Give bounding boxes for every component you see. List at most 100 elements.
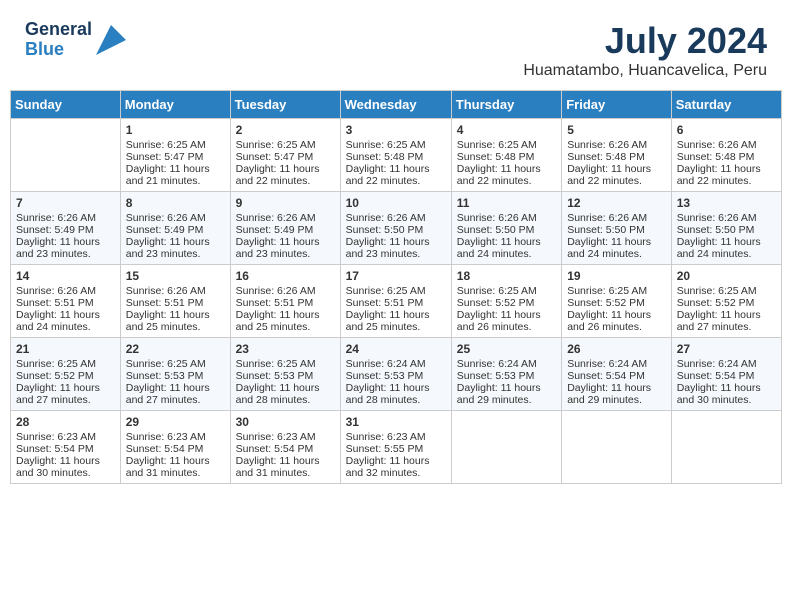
day-number: 20 (677, 269, 776, 283)
cell-info: Daylight: 11 hours and 22 minutes. (236, 163, 335, 187)
day-number: 31 (346, 415, 446, 429)
cell-info: Daylight: 11 hours and 22 minutes. (567, 163, 666, 187)
cell-info: Sunset: 5:53 PM (457, 370, 556, 382)
cell-info: Sunrise: 6:24 AM (567, 358, 666, 370)
cell-info: Sunrise: 6:26 AM (16, 285, 115, 297)
day-number: 11 (457, 196, 556, 210)
cell-info: Sunset: 5:54 PM (677, 370, 776, 382)
cell-info: Sunset: 5:52 PM (567, 297, 666, 309)
day-number: 12 (567, 196, 666, 210)
calendar-cell (671, 411, 781, 484)
day-number: 2 (236, 123, 335, 137)
day-number: 29 (126, 415, 225, 429)
day-number: 14 (16, 269, 115, 283)
weekday-header-tuesday: Tuesday (230, 91, 340, 119)
cell-info: Sunrise: 6:26 AM (16, 212, 115, 224)
cell-info: Sunrise: 6:26 AM (126, 285, 225, 297)
cell-info: Sunset: 5:50 PM (677, 224, 776, 236)
title-section: July 2024 Huamatambo, Huancavelica, Peru (523, 20, 767, 80)
day-number: 18 (457, 269, 556, 283)
cell-info: Daylight: 11 hours and 23 minutes. (16, 236, 115, 260)
day-number: 22 (126, 342, 225, 356)
calendar-cell: 9Sunrise: 6:26 AMSunset: 5:49 PMDaylight… (230, 192, 340, 265)
cell-info: Daylight: 11 hours and 30 minutes. (677, 382, 776, 406)
cell-info: Sunrise: 6:25 AM (126, 139, 225, 151)
day-number: 5 (567, 123, 666, 137)
cell-info: Sunrise: 6:25 AM (457, 139, 556, 151)
cell-info: Daylight: 11 hours and 27 minutes. (677, 309, 776, 333)
calendar-cell: 5Sunrise: 6:26 AMSunset: 5:48 PMDaylight… (562, 119, 672, 192)
calendar-cell: 4Sunrise: 6:25 AMSunset: 5:48 PMDaylight… (451, 119, 561, 192)
cell-info: Sunrise: 6:26 AM (677, 212, 776, 224)
day-number: 30 (236, 415, 335, 429)
calendar-week-row: 21Sunrise: 6:25 AMSunset: 5:52 PMDayligh… (11, 338, 782, 411)
day-number: 19 (567, 269, 666, 283)
cell-info: Daylight: 11 hours and 22 minutes. (346, 163, 446, 187)
calendar-cell: 16Sunrise: 6:26 AMSunset: 5:51 PMDayligh… (230, 265, 340, 338)
calendar-cell: 31 Sunrise: 6:23 AMSunset: 5:55 PMDayligh… (340, 411, 451, 484)
cell-info: Sunset: 5:54 PM (16, 443, 115, 455)
cell-info: Daylight: 11 hours and 24 minutes. (567, 236, 666, 260)
calendar-cell: 14Sunrise: 6:26 AMSunset: 5:51 PMDayligh… (11, 265, 121, 338)
cell-info: Daylight: 11 hours and 31 minutes. (236, 455, 335, 479)
cell-info: Daylight: 11 hours and 23 minutes. (236, 236, 335, 260)
cell-info: Sunset: 5:53 PM (236, 370, 335, 382)
cell-info: Sunrise: 6:26 AM (236, 212, 335, 224)
day-number: 27 (677, 342, 776, 356)
weekday-header-saturday: Saturday (671, 91, 781, 119)
cell-info: Daylight: 11 hours and 25 minutes. (126, 309, 225, 333)
cell-info: Daylight: 11 hours and 26 minutes. (567, 309, 666, 333)
cell-info: Sunset: 5:53 PM (346, 370, 446, 382)
cell-info: Sunset: 5:54 PM (567, 370, 666, 382)
cell-info: Daylight: 11 hours and 25 minutes. (236, 309, 335, 333)
cell-info: Sunset: 5:50 PM (567, 224, 666, 236)
calendar-cell: 20Sunrise: 6:25 AMSunset: 5:52 PMDayligh… (671, 265, 781, 338)
day-number: 21 (16, 342, 115, 356)
cell-info: Sunrise: 6:23 AM (16, 431, 115, 443)
cell-info: Sunset: 5:51 PM (16, 297, 115, 309)
calendar-cell: 30Sunrise: 6:23 AMSunset: 5:54 PMDayligh… (230, 411, 340, 484)
calendar-cell: 19Sunrise: 6:25 AMSunset: 5:52 PMDayligh… (562, 265, 672, 338)
day-number: 28 (16, 415, 115, 429)
calendar-week-row: 7Sunrise: 6:26 AMSunset: 5:49 PMDaylight… (11, 192, 782, 265)
calendar-cell: 28 Sunrise: 6:23 AMSunset: 5:54 PMDayligh… (11, 411, 121, 484)
weekday-header-sunday: Sunday (11, 91, 121, 119)
cell-info: Daylight: 11 hours and 28 minutes. (236, 382, 335, 406)
calendar-table: SundayMondayTuesdayWednesdayThursdayFrid… (10, 90, 782, 484)
calendar-cell: 1Sunrise: 6:25 AMSunset: 5:47 PMDaylight… (120, 119, 230, 192)
cell-info: Sunset: 5:47 PM (236, 151, 335, 163)
weekday-header-monday: Monday (120, 91, 230, 119)
day-number: 23 (236, 342, 335, 356)
cell-info: Sunset: 5:49 PM (236, 224, 335, 236)
day-number: 8 (126, 196, 225, 210)
day-number: 4 (457, 123, 556, 137)
cell-info: Sunset: 5:55 PM (346, 443, 446, 455)
cell-info: Sunrise: 6:24 AM (677, 358, 776, 370)
cell-info: Daylight: 11 hours and 23 minutes. (346, 236, 446, 260)
cell-info: Sunset: 5:48 PM (677, 151, 776, 163)
calendar-cell: 11Sunrise: 6:26 AMSunset: 5:50 PMDayligh… (451, 192, 561, 265)
cell-info: Sunset: 5:48 PM (346, 151, 446, 163)
calendar-cell: 13Sunrise: 6:26 AMSunset: 5:50 PMDayligh… (671, 192, 781, 265)
cell-info: Daylight: 11 hours and 30 minutes. (16, 455, 115, 479)
cell-info: Daylight: 11 hours and 31 minutes. (126, 455, 225, 479)
cell-info: Sunset: 5:52 PM (16, 370, 115, 382)
day-number: 15 (126, 269, 225, 283)
logo-blue-text: Blue (25, 40, 92, 60)
day-number: 3 (346, 123, 446, 137)
cell-info: Daylight: 11 hours and 29 minutes. (567, 382, 666, 406)
cell-info: Sunset: 5:49 PM (126, 224, 225, 236)
calendar-week-row: 1Sunrise: 6:25 AMSunset: 5:47 PMDaylight… (11, 119, 782, 192)
location-subtitle: Huamatambo, Huancavelica, Peru (523, 62, 767, 80)
calendar-week-row: 14Sunrise: 6:26 AMSunset: 5:51 PMDayligh… (11, 265, 782, 338)
cell-info: Sunrise: 6:23 AM (346, 431, 446, 443)
cell-info: Sunrise: 6:26 AM (567, 139, 666, 151)
cell-info: Daylight: 11 hours and 29 minutes. (457, 382, 556, 406)
cell-info: Daylight: 11 hours and 26 minutes. (457, 309, 556, 333)
day-number: 25 (457, 342, 556, 356)
cell-info: Daylight: 11 hours and 32 minutes. (346, 455, 446, 479)
calendar-cell (562, 411, 672, 484)
day-number: 13 (677, 196, 776, 210)
cell-info: Sunset: 5:51 PM (236, 297, 335, 309)
calendar-cell: 22Sunrise: 6:25 AMSunset: 5:53 PMDayligh… (120, 338, 230, 411)
